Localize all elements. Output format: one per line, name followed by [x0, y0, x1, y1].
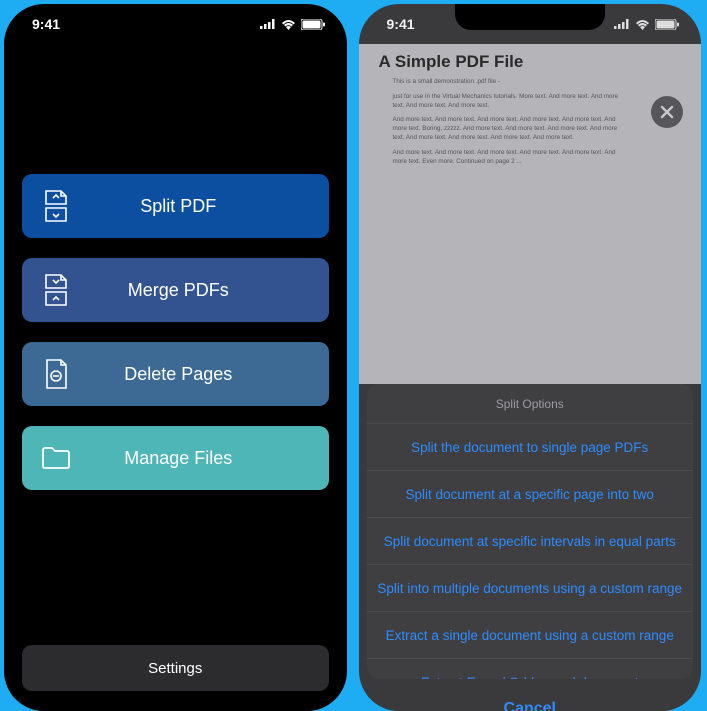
- folder-icon: [38, 440, 74, 476]
- notch: [100, 4, 250, 30]
- close-icon: [660, 105, 674, 119]
- split-option-intervals[interactable]: Split document at specific intervals in …: [367, 518, 694, 565]
- pdf-preview: A Simple PDF File This is a small demons…: [359, 44, 702, 384]
- merge-pdfs-button[interactable]: Merge PDFs: [22, 258, 329, 322]
- status-indicators: [614, 19, 679, 30]
- cancel-button[interactable]: Cancel: [367, 687, 694, 711]
- settings-button[interactable]: Settings: [22, 645, 329, 691]
- pdf-line: just for use in the Virtual Mechanics tu…: [393, 93, 621, 111]
- split-option-custom-range-multi[interactable]: Split into multiple documents using a cu…: [367, 565, 694, 612]
- delete-pages-button[interactable]: Delete Pages: [22, 342, 329, 406]
- battery-icon: [655, 19, 679, 30]
- split-option-even-odd[interactable]: Extract Even / Odd paged document: [367, 659, 694, 679]
- action-sheet-main: Split Options Split the document to sing…: [367, 384, 694, 679]
- wifi-icon: [281, 19, 296, 30]
- merge-pdfs-label: Merge PDFs: [74, 280, 313, 301]
- manage-files-label: Manage Files: [74, 448, 313, 469]
- right-body: A Simple PDF File This is a small demons…: [359, 44, 702, 711]
- merge-icon: [38, 272, 74, 308]
- pdf-line: And more text. And more text. And more t…: [393, 149, 621, 167]
- wifi-icon: [635, 19, 650, 30]
- notch: [455, 4, 605, 30]
- pdf-line: This is a small demonstration .pdf file …: [393, 78, 621, 87]
- manage-files-button[interactable]: Manage Files: [22, 426, 329, 490]
- pdf-text: This is a small demonstration .pdf file …: [379, 78, 621, 167]
- split-pdf-label: Split PDF: [74, 196, 313, 217]
- phone-sheet: 9:41 A Simple PDF File This is a small d…: [359, 4, 702, 711]
- phone-main: 9:41 Split PDF: [4, 4, 347, 711]
- close-button[interactable]: [651, 96, 683, 128]
- pdf-title: A Simple PDF File: [379, 52, 682, 72]
- split-pdf-button[interactable]: Split PDF: [22, 174, 329, 238]
- pdf-line: And more text. And more text. And more t…: [393, 116, 621, 142]
- split-option-single-pages[interactable]: Split the document to single page PDFs: [367, 424, 694, 471]
- cellular-icon: [260, 19, 276, 29]
- cancel-label: Cancel: [504, 700, 556, 711]
- split-option-at-page[interactable]: Split document at a specific page into t…: [367, 471, 694, 518]
- delete-pages-label: Delete Pages: [74, 364, 313, 385]
- sheet-title: Split Options: [367, 384, 694, 424]
- status-time: 9:41: [32, 16, 60, 32]
- status-time: 9:41: [387, 16, 415, 32]
- action-sheet: Split Options Split the document to sing…: [367, 384, 694, 711]
- split-option-custom-range-single[interactable]: Extract a single document using a custom…: [367, 612, 694, 659]
- battery-icon: [301, 19, 325, 30]
- main-menu: Split PDF Merge PDFs Dele: [4, 44, 347, 711]
- status-indicators: [260, 19, 325, 30]
- delete-icon: [38, 356, 74, 392]
- split-icon: [38, 188, 74, 224]
- settings-label: Settings: [148, 660, 202, 677]
- cellular-icon: [614, 19, 630, 29]
